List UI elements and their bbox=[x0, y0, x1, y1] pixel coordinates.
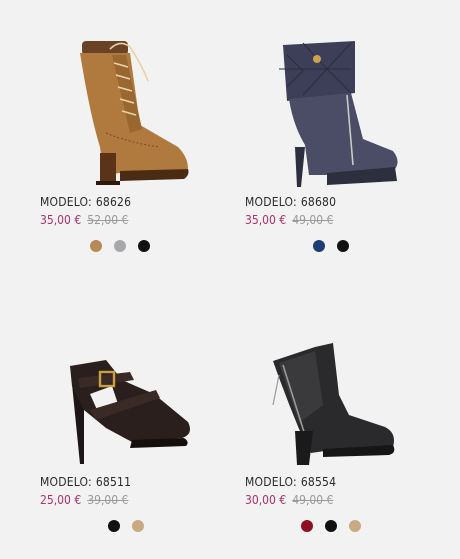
model-number: 68554 bbox=[300, 475, 337, 489]
product-card-68680[interactable]: MODELO: 68680 35,00 € 49,00 € bbox=[245, 30, 435, 260]
swatch-beige[interactable] bbox=[132, 520, 144, 532]
swatch-black[interactable] bbox=[108, 520, 120, 532]
price-original: 39,00 € bbox=[87, 493, 129, 507]
swatch-beige[interactable] bbox=[349, 520, 361, 532]
model-label: MODELO: 68626 bbox=[40, 195, 132, 209]
color-swatches bbox=[108, 520, 144, 532]
price-original: 49,00 € bbox=[292, 213, 334, 227]
price-current: 30,00 € bbox=[245, 493, 287, 507]
model-number: 68511 bbox=[95, 475, 132, 489]
quilted-platform-bootie-icon[interactable] bbox=[265, 35, 415, 190]
price-original: 49,00 € bbox=[292, 493, 334, 507]
price: 35,00 € 49,00 € bbox=[245, 213, 333, 227]
model-label: MODELO: 68680 bbox=[245, 195, 337, 209]
product-card-68511[interactable]: MODELO: 68511 25,00 € 39,00 € bbox=[40, 330, 230, 555]
color-swatches bbox=[90, 240, 150, 252]
swatch-tan[interactable] bbox=[90, 240, 102, 252]
model-label: MODELO: 68554 bbox=[245, 475, 337, 489]
price: 30,00 € 49,00 € bbox=[245, 493, 333, 507]
price-current: 35,00 € bbox=[245, 213, 287, 227]
swatch-navy[interactable] bbox=[313, 240, 325, 252]
price-current: 35,00 € bbox=[40, 213, 82, 227]
model-number: 68680 bbox=[300, 195, 337, 209]
lace-up-heeled-boot-icon[interactable] bbox=[60, 35, 210, 190]
swatch-burgundy[interactable] bbox=[301, 520, 313, 532]
swatch-black[interactable] bbox=[325, 520, 337, 532]
swatch-grey[interactable] bbox=[114, 240, 126, 252]
product-grid: MODELO: 68626 35,00 € 52,00 € MODELO: 686… bbox=[0, 0, 460, 559]
swatch-black[interactable] bbox=[337, 240, 349, 252]
price-original: 52,00 € bbox=[87, 213, 129, 227]
price-current: 25,00 € bbox=[40, 493, 82, 507]
swatch-black[interactable] bbox=[138, 240, 150, 252]
product-card-68626[interactable]: MODELO: 68626 35,00 € 52,00 € bbox=[40, 30, 230, 260]
color-swatches bbox=[313, 240, 349, 252]
product-card-68554[interactable]: MODELO: 68554 30,00 € 49,00 € bbox=[245, 330, 435, 555]
model-label: MODELO: 68511 bbox=[40, 475, 132, 489]
buckle-strap-stiletto-bootie-icon[interactable] bbox=[60, 350, 210, 470]
price: 35,00 € 52,00 € bbox=[40, 213, 128, 227]
price: 25,00 € 39,00 € bbox=[40, 493, 128, 507]
model-number: 68626 bbox=[95, 195, 132, 209]
zip-ankle-boot-icon[interactable] bbox=[265, 335, 415, 470]
color-swatches bbox=[301, 520, 361, 532]
